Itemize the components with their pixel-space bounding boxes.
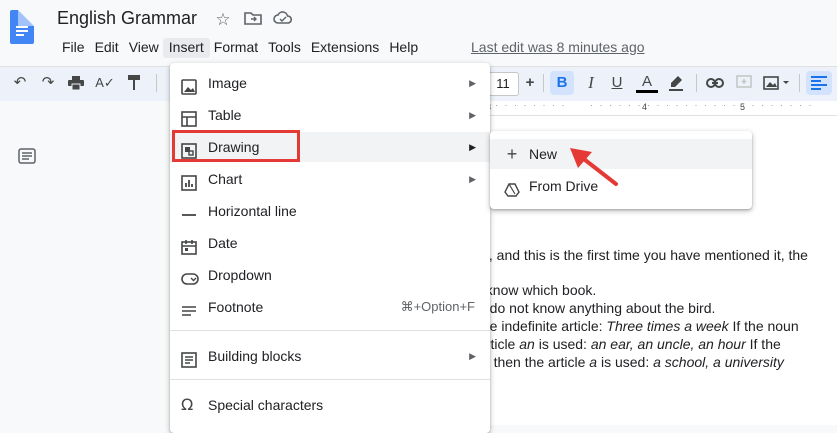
insert-image-icon[interactable] — [762, 72, 792, 94]
document-text-line: e do not know anything about the bird. — [478, 300, 716, 316]
menu-item-special-characters[interactable]: Ω Special characters — [170, 390, 490, 420]
menu-item-label: Date — [208, 235, 238, 251]
submenu-arrow-icon: ▶ — [469, 110, 476, 120]
ruler[interactable]: · · · · · · · · 3 4 5 · · · · · · · · · … — [486, 100, 837, 116]
undo-icon[interactable]: ↶ — [10, 72, 30, 94]
building-blocks-icon — [181, 348, 199, 368]
menu-item-dropdown[interactable]: Dropdown — [170, 260, 490, 290]
menu-item-label: Footnote — [208, 299, 264, 315]
menu-item-label: Chart — [208, 171, 243, 187]
print-icon[interactable] — [66, 72, 86, 94]
italic-button[interactable]: I — [581, 72, 601, 94]
dropdown-icon — [181, 267, 199, 285]
text-color-button[interactable]: A — [636, 72, 658, 93]
table-icon — [181, 107, 199, 127]
last-edit-link[interactable]: Last edit was 8 minutes ago — [471, 39, 645, 55]
image-icon — [181, 75, 199, 95]
annotation-arrow — [570, 148, 618, 186]
document-outline-icon[interactable] — [18, 148, 36, 166]
drive-icon — [504, 178, 520, 197]
menu-view[interactable]: View — [123, 38, 165, 58]
menu-edit[interactable]: Edit — [89, 38, 125, 58]
submenu-arrow-icon: ▶ — [469, 142, 476, 152]
menu-item-image[interactable]: Image ▶ — [170, 68, 490, 98]
menu-bar: File Edit View Insert Format Tools Exten… — [56, 38, 422, 58]
menu-item-horizontal-line[interactable]: Horizontal line — [170, 196, 490, 226]
insert-menu: Image ▶ Table ▶ Drawing ▶ Chart ▶ Horizo… — [170, 63, 490, 433]
document-text-line: the indefinite article: Three times a we… — [478, 318, 799, 334]
submenu-arrow-icon: ▶ — [469, 78, 476, 88]
submenu-item-label: New — [529, 146, 558, 162]
menu-tools[interactable]: Tools — [262, 38, 307, 58]
menu-insert[interactable]: Insert — [162, 38, 210, 58]
omega-icon: Ω — [181, 395, 194, 414]
menu-item-label: Image — [208, 75, 247, 91]
menu-item-date[interactable]: Date — [170, 228, 490, 258]
bold-button[interactable]: B — [550, 71, 574, 95]
font-size-input[interactable]: 11 — [487, 72, 519, 96]
document-text-line: le, and this is the first time you have … — [478, 247, 808, 263]
plus-icon: + — [506, 144, 518, 164]
highlight-pen-icon[interactable] — [666, 72, 686, 94]
increase-font-size-button[interactable]: + — [521, 72, 539, 94]
menu-item-chart[interactable]: Chart ▶ — [170, 164, 490, 194]
chart-icon — [181, 171, 199, 191]
menu-format[interactable]: Format — [208, 38, 264, 58]
menu-item-table[interactable]: Table ▶ — [170, 100, 490, 130]
menu-item-label: Special characters — [208, 397, 324, 413]
document-text-line: t know which book. — [478, 282, 597, 298]
add-comment-icon[interactable] — [734, 72, 754, 94]
underline-button[interactable]: U — [607, 72, 627, 94]
drawing-highlight-box — [172, 130, 300, 162]
submenu-arrow-icon: ▶ — [469, 174, 476, 184]
menu-help[interactable]: Help — [383, 38, 424, 58]
document-text-line: article an is used: an ear, an uncle, an… — [478, 336, 781, 352]
redo-icon[interactable]: ↷ — [38, 72, 58, 94]
menu-item-label: Building blocks — [208, 348, 302, 364]
submenu-arrow-icon: ▶ — [469, 351, 476, 361]
document-text-line: d, then the article a is used: a school,… — [478, 354, 784, 370]
menu-item-label: Horizontal line — [208, 203, 297, 219]
spellcheck-icon[interactable]: A✓ — [94, 72, 116, 94]
footnote-icon — [181, 299, 199, 316]
paint-format-icon[interactable] — [124, 72, 144, 94]
menu-divider — [170, 379, 490, 380]
menu-item-footnote[interactable]: Footnote ⌘+Option+F — [170, 292, 490, 322]
footnote-shortcut: ⌘+Option+F — [400, 299, 475, 314]
move-folder-icon[interactable] — [243, 10, 263, 30]
align-left-button[interactable] — [806, 71, 832, 95]
menu-file[interactable]: File — [56, 38, 91, 58]
document-title[interactable]: English Grammar — [57, 8, 197, 29]
docs-logo-icon[interactable] — [10, 10, 34, 44]
insert-link-icon[interactable] — [704, 72, 726, 94]
star-icon[interactable]: ☆ — [213, 10, 233, 30]
menu-item-building-blocks[interactable]: Building blocks ▶ — [170, 341, 490, 371]
menu-item-label: Dropdown — [208, 267, 272, 283]
cloud-status-icon[interactable] — [273, 10, 293, 30]
menu-extensions[interactable]: Extensions — [305, 38, 385, 58]
calendar-icon — [181, 235, 199, 255]
menu-item-label: Table — [208, 107, 242, 123]
horizontal-line-icon — [181, 203, 199, 219]
menu-divider — [170, 330, 490, 331]
